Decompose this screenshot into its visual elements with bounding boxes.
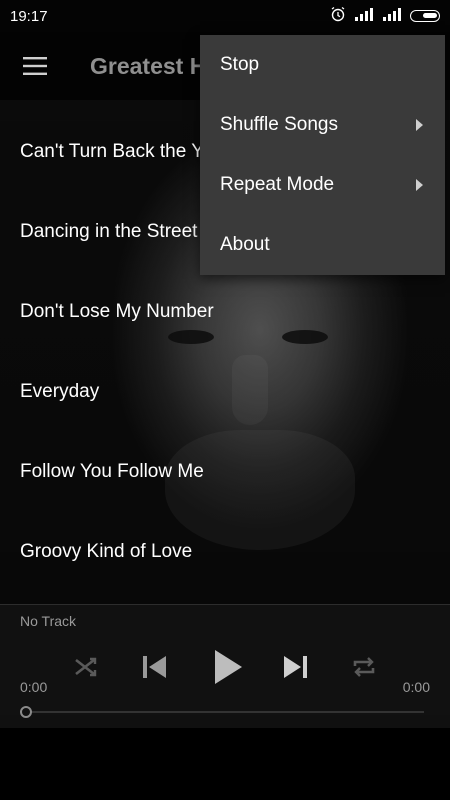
player-panel: No Track 0:00 0:00	[0, 604, 450, 728]
menu-item-shuffle-songs[interactable]: Shuffle Songs	[200, 95, 445, 155]
navigation-menu-button[interactable]	[0, 32, 70, 100]
seek-bar[interactable]	[26, 711, 424, 713]
menu-item-label: Stop	[220, 54, 260, 75]
submenu-arrow-icon	[416, 119, 423, 131]
play-icon	[215, 650, 242, 684]
signal-icon	[382, 7, 402, 25]
skip-previous-icon	[143, 656, 166, 678]
song-item[interactable]: Follow You Follow Me	[0, 432, 450, 512]
status-icons	[330, 6, 440, 26]
play-button[interactable]	[205, 645, 251, 689]
total-time: 0:00	[402, 679, 430, 695]
battery-icon	[410, 10, 440, 22]
repeat-button[interactable]	[344, 645, 384, 689]
player-controls	[0, 645, 450, 689]
next-button[interactable]	[275, 645, 315, 689]
submenu-arrow-icon	[416, 179, 423, 191]
previous-button[interactable]	[135, 645, 175, 689]
menu-item-about[interactable]: About	[200, 215, 445, 275]
system-navigation-bar	[0, 728, 450, 800]
repeat-icon	[353, 657, 375, 677]
status-bar: 19:17	[0, 0, 450, 32]
song-item[interactable]: Everyday	[0, 352, 450, 432]
alarm-icon	[330, 6, 346, 26]
menu-item-stop[interactable]: Stop	[200, 35, 445, 95]
signal-icon	[354, 7, 374, 25]
status-time: 19:17	[10, 7, 48, 25]
seek-thumb[interactable]	[20, 706, 32, 718]
menu-item-label: Shuffle Songs	[220, 114, 338, 135]
shuffle-icon	[75, 657, 97, 677]
menu-item-repeat-mode[interactable]: Repeat Mode	[200, 155, 445, 215]
skip-next-icon	[284, 656, 307, 678]
shuffle-button[interactable]	[66, 645, 106, 689]
elapsed-time: 0:00	[20, 679, 48, 695]
hamburger-icon	[23, 57, 47, 75]
song-item[interactable]: Don't Lose My Number	[0, 272, 450, 352]
current-track-label: No Track	[20, 613, 77, 629]
song-item[interactable]: Groovy Kind of Love	[0, 512, 450, 592]
menu-item-label: Repeat Mode	[220, 174, 335, 195]
menu-item-label: About	[220, 234, 270, 255]
overflow-menu: Stop Shuffle Songs Repeat Mode About	[200, 35, 445, 275]
